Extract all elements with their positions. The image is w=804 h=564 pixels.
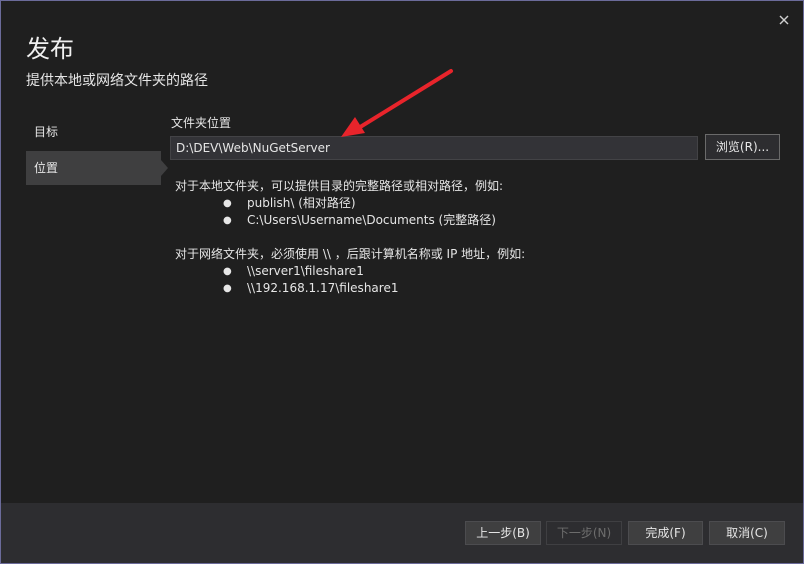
folder-location-label: 文件夹位置	[171, 116, 232, 130]
bullet-icon: ●	[223, 198, 232, 209]
dialog-subtitle: 提供本地或网络文件夹的路径	[26, 73, 208, 89]
next-button[interactable]: 下一步(N)	[546, 521, 622, 545]
sidebar-item-target[interactable]: 目标	[26, 115, 161, 149]
local-example: C:\Users\Username\Documents (完整路径)	[247, 213, 496, 227]
sidebar-item-label: 位置	[34, 161, 59, 175]
dialog-title: 发布	[26, 35, 74, 63]
selected-indicator-arrow	[161, 160, 168, 176]
network-folder-help: 对于网络文件夹，必须使用 \\ ，后跟计算机名称或 IP 地址，例如:	[175, 247, 526, 261]
browse-button[interactable]: 浏览(R)...	[705, 134, 780, 160]
publish-dialog: 发布 提供本地或网络文件夹的路径 目标 位置 文件夹位置 浏览(R)... 对于…	[0, 0, 804, 564]
network-example: \\server1\fileshare1	[247, 264, 364, 278]
finish-button[interactable]: 完成(F)	[628, 521, 703, 545]
cancel-button[interactable]: 取消(C)	[709, 521, 785, 545]
sidebar-item-location[interactable]: 位置	[26, 151, 161, 185]
sidebar-item-label: 目标	[34, 125, 59, 139]
back-button[interactable]: 上一步(B)	[465, 521, 541, 545]
close-icon[interactable]	[774, 10, 794, 30]
bullet-icon: ●	[223, 283, 232, 294]
bullet-icon: ●	[223, 215, 232, 226]
network-example: \\192.168.1.17\fileshare1	[247, 281, 399, 295]
local-example: publish\ (相对路径)	[247, 196, 356, 210]
local-folder-help: 对于本地文件夹，可以提供目录的完整路径或相对路径，例如:	[175, 179, 504, 193]
folder-path-input[interactable]	[170, 136, 698, 160]
bullet-icon: ●	[223, 266, 232, 277]
